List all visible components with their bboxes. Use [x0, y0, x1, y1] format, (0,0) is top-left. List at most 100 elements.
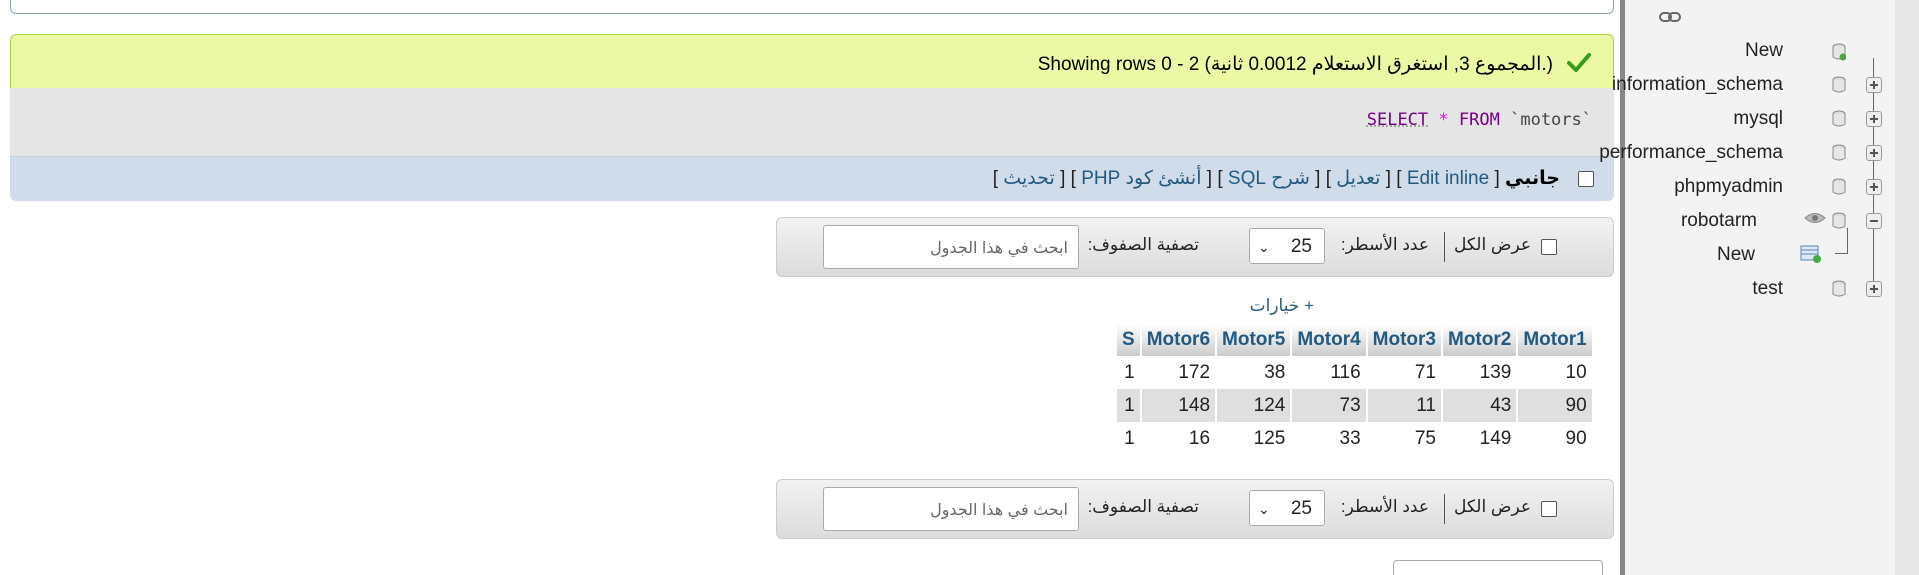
edit-link[interactable]: تعديل — [1336, 168, 1380, 189]
column-header[interactable]: Motor4 — [1292, 324, 1366, 356]
inline-label: جانبي — [1505, 168, 1560, 189]
main-content: Showing rows 0 - 2 (المجموع 3, استغرق ال… — [0, 0, 1620, 575]
show-all-checkbox[interactable] — [1541, 501, 1557, 517]
table-cell[interactable]: 172 — [1141, 356, 1216, 389]
tree-item-mysql[interactable]: mysql — [1733, 108, 1783, 130]
table-row[interactable]: 1 172 38 116 71 139 10 — [1117, 356, 1592, 389]
link-icon[interactable] — [1659, 10, 1681, 24]
expand-icon[interactable] — [1866, 179, 1882, 195]
column-header[interactable]: Motor1 — [1518, 324, 1592, 356]
chevron-down-icon: ⌄ — [1258, 501, 1270, 517]
table-cell[interactable]: 16 — [1141, 422, 1216, 455]
rows-label: عدد الأسطر: — [1340, 497, 1429, 516]
table-cell[interactable]: 1 — [1117, 389, 1140, 422]
database-icon — [1832, 144, 1846, 161]
table-cell[interactable]: 1 — [1117, 356, 1140, 389]
table-cell[interactable]: 149 — [1443, 422, 1517, 455]
navigation-bar-bottom: عرض الكل عدد الأسطر: 25 ⌄ تصفية الصفوف: … — [776, 479, 1614, 539]
table-cell[interactable]: 90 — [1518, 422, 1592, 455]
database-icon — [1832, 212, 1846, 229]
search-input[interactable]: ابحث في هذا الجدول — [823, 225, 1079, 269]
refresh-link[interactable]: تحديث — [1003, 168, 1054, 189]
table-cell[interactable]: 75 — [1367, 422, 1441, 455]
database-icon — [1832, 178, 1846, 195]
column-header[interactable]: Motor2 — [1443, 324, 1517, 356]
show-all-checkbox[interactable] — [1541, 239, 1557, 255]
expand-icon[interactable] — [1866, 111, 1882, 127]
column-header[interactable]: Motor5 — [1217, 324, 1291, 356]
tree-item-new-table[interactable]: New — [1717, 244, 1755, 266]
tree-line — [1847, 228, 1848, 254]
sql-query-box: SELECT * FROM `motors` — [10, 88, 1614, 156]
table-cell[interactable]: 33 — [1292, 422, 1366, 455]
search-placeholder: ابحث في هذا الجدول — [930, 502, 1068, 519]
database-icon — [1832, 76, 1846, 93]
edit-inline-link[interactable]: Edit inline — [1407, 168, 1489, 189]
table-cell[interactable]: 73 — [1292, 389, 1366, 422]
sql-keyword-select[interactable]: SELECT — [1367, 110, 1428, 130]
table-cell[interactable]: 148 — [1141, 389, 1216, 422]
sql-query: SELECT * FROM `motors` — [1367, 110, 1592, 130]
vertical-scrollbar[interactable] — [1895, 0, 1919, 575]
chevron-down-icon: ⌄ — [1258, 239, 1270, 255]
show-all-label: عرض الكل — [1454, 497, 1531, 516]
sql-keyword-from: FROM — [1458, 110, 1500, 130]
tree-line — [1835, 253, 1848, 254]
table-cell[interactable]: 116 — [1292, 356, 1366, 389]
rows-select[interactable]: 25 ⌄ — [1249, 228, 1325, 264]
top-panel — [10, 0, 1614, 14]
search-input[interactable]: ابحث في هذا الجدول — [823, 487, 1079, 531]
table-cell[interactable]: 90 — [1518, 389, 1592, 422]
query-actions-bar: جانبي [ Edit inline ] [ تعديل ] [ شرح SQ… — [10, 156, 1614, 201]
table-cell[interactable]: 139 — [1443, 356, 1517, 389]
result-message: Showing rows 0 - 2 (المجموع 3, استغرق ال… — [1037, 54, 1553, 75]
expand-icon[interactable] — [1866, 281, 1882, 297]
new-db-icon — [1832, 43, 1846, 61]
new-table-icon — [1800, 245, 1821, 263]
query-results-operations-panel[interactable] — [1393, 560, 1603, 575]
rows-label: عدد الأسطر: — [1340, 235, 1429, 254]
rows-value: 25 — [1290, 498, 1312, 519]
divider — [1444, 494, 1445, 524]
table-cell[interactable]: 11 — [1367, 389, 1441, 422]
tree-item-information-schema[interactable]: information_schema — [1612, 74, 1783, 96]
navigation-bar-top: عرض الكل عدد الأسطر: 25 ⌄ تصفية الصفوف: … — [776, 217, 1614, 277]
tree-item-phpmyadmin[interactable]: phpmyadmin — [1674, 176, 1783, 198]
tree-item-performance-schema[interactable]: performance_schema — [1599, 142, 1783, 164]
column-header[interactable]: Motor3 — [1367, 324, 1441, 356]
table-cell[interactable]: 43 — [1443, 389, 1517, 422]
database-icon — [1832, 280, 1846, 297]
inline-checkbox[interactable] — [1578, 171, 1594, 187]
results-table: S Motor6 Motor5 Motor4 Motor3 Motor2 Mot… — [1115, 324, 1594, 455]
eye-icon[interactable] — [1804, 211, 1826, 225]
query-actions: جانبي [ Edit inline ] [ تعديل ] [ شرح SQ… — [992, 168, 1560, 189]
options-link[interactable]: + خيارات — [1250, 296, 1314, 316]
collapse-icon[interactable] — [1866, 213, 1882, 229]
column-header[interactable]: Motor6 — [1141, 324, 1216, 356]
table-row[interactable]: 1 148 124 73 11 43 90 — [1117, 389, 1592, 422]
sql-table-name: `motors` — [1510, 110, 1592, 130]
rows-select[interactable]: 25 ⌄ — [1249, 490, 1325, 526]
table-cell[interactable]: 124 — [1217, 389, 1291, 422]
table-cell[interactable]: 10 — [1518, 356, 1592, 389]
tree-item-robotarm[interactable]: robotarm — [1681, 210, 1757, 232]
table-header-row: S Motor6 Motor5 Motor4 Motor3 Motor2 Mot… — [1117, 324, 1592, 356]
filter-label: تصفية الصفوف: — [1087, 497, 1199, 516]
table-cell[interactable]: 71 — [1367, 356, 1441, 389]
search-placeholder: ابحث في هذا الجدول — [930, 240, 1068, 257]
divider — [1444, 232, 1445, 262]
filter-label: تصفية الصفوف: — [1087, 235, 1199, 254]
column-header[interactable]: S — [1117, 324, 1140, 356]
table-row[interactable]: 1 16 125 33 75 149 90 — [1117, 422, 1592, 455]
expand-icon[interactable] — [1866, 145, 1882, 161]
table-cell[interactable]: 38 — [1217, 356, 1291, 389]
expand-icon[interactable] — [1866, 77, 1882, 93]
create-php-link[interactable]: أنشئ كود PHP — [1081, 168, 1201, 189]
database-icon — [1832, 110, 1846, 127]
tree-item-test[interactable]: test — [1752, 278, 1783, 300]
explain-sql-link[interactable]: شرح SQL — [1228, 168, 1310, 189]
table-cell[interactable]: 125 — [1217, 422, 1291, 455]
table-cell[interactable]: 1 — [1117, 422, 1140, 455]
tree-item-new[interactable]: New — [1745, 40, 1783, 62]
rows-value: 25 — [1290, 236, 1312, 257]
